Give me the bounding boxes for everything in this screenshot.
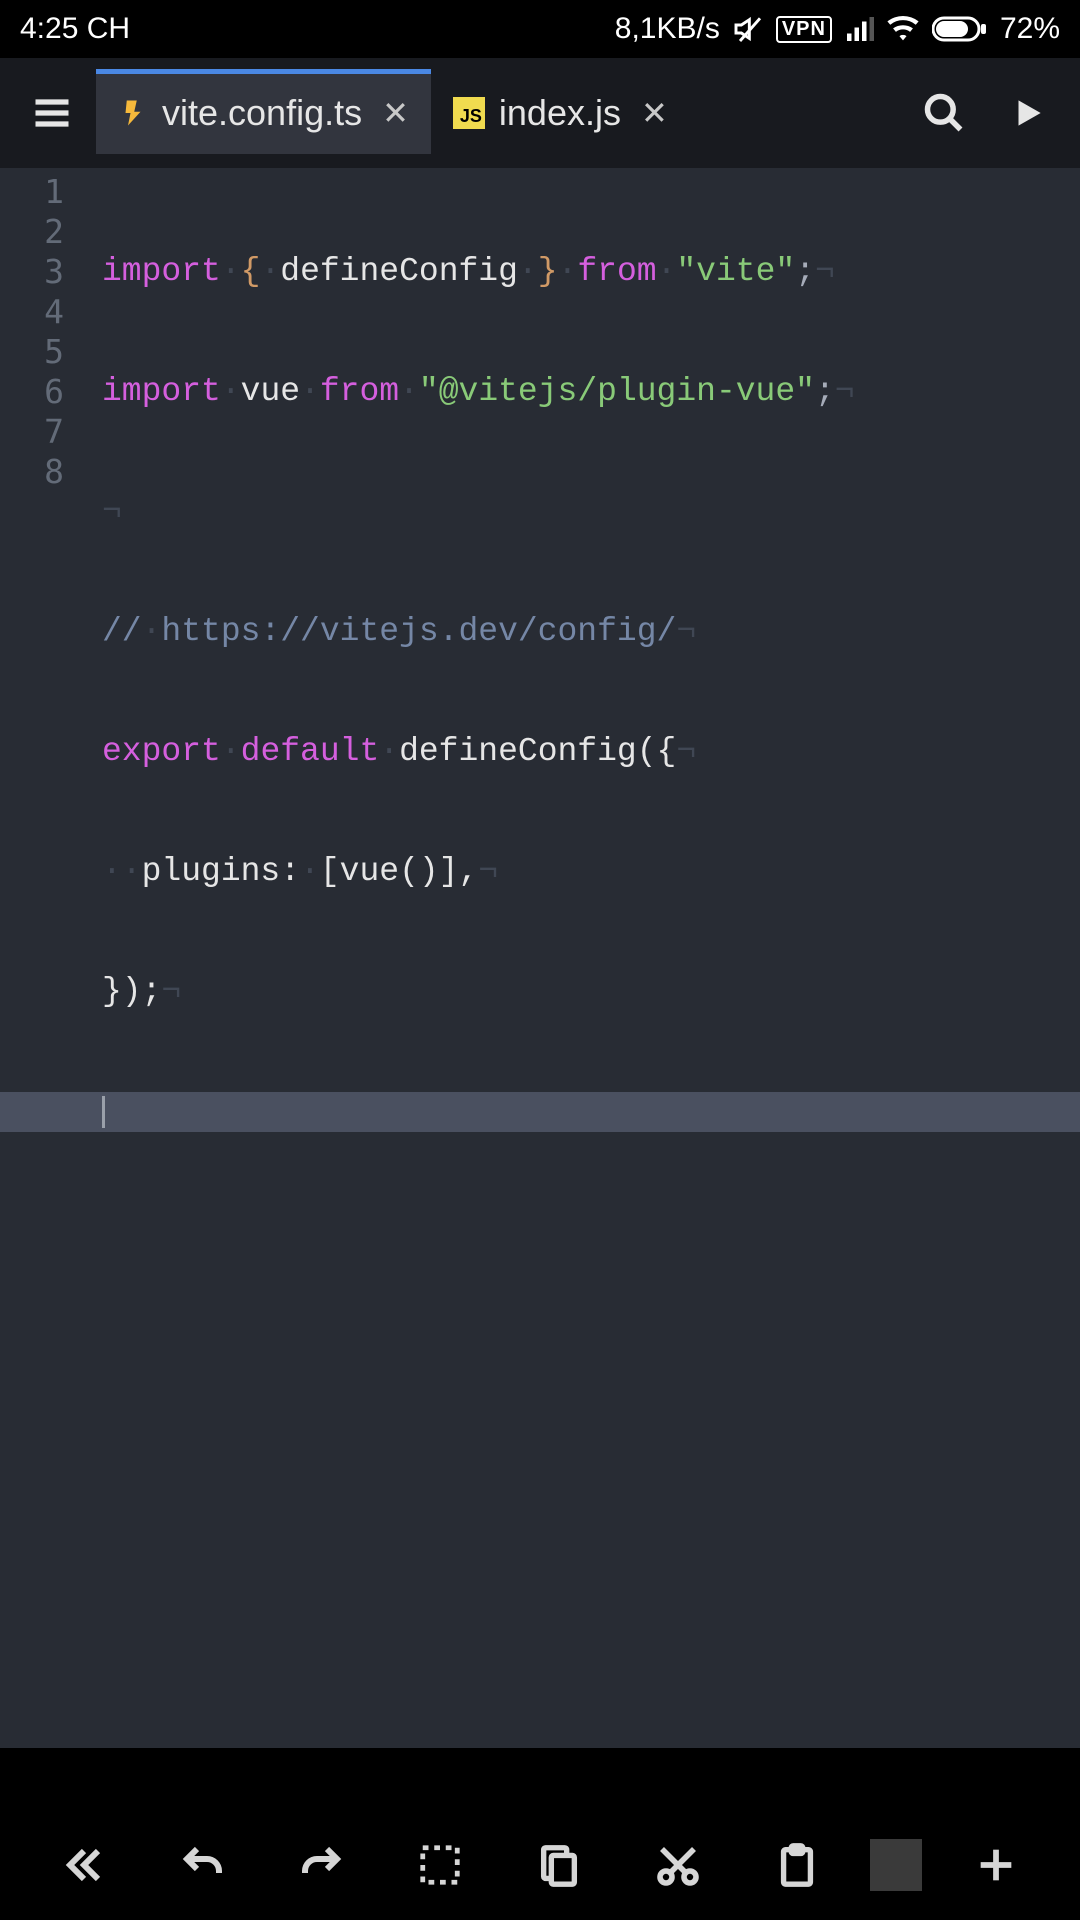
line-number: 7: [0, 412, 64, 452]
run-button[interactable]: [988, 73, 1068, 153]
undo-button[interactable]: [158, 1820, 248, 1910]
select-all-button[interactable]: [395, 1820, 485, 1910]
status-time: 4:25 CH: [20, 12, 130, 46]
collapse-button[interactable]: [39, 1820, 129, 1910]
vite-icon: [118, 95, 148, 131]
js-icon: JS: [453, 97, 485, 129]
stop-button[interactable]: [870, 1839, 922, 1891]
line-number: 1: [0, 172, 64, 212]
code-line[interactable]: import·vue·from·"@vitejs/plugin-vue";¬: [102, 372, 1080, 412]
mute-icon: [732, 13, 764, 45]
wifi-icon: [886, 12, 920, 46]
text-cursor: [102, 1096, 105, 1128]
battery-percent: 72%: [1000, 12, 1060, 46]
line-gutter: 1 2 3 4 5 6 7 8: [0, 168, 90, 1748]
code-line-active[interactable]: [0, 1092, 1080, 1132]
code-line[interactable]: export·default·defineConfig({¬: [102, 732, 1080, 772]
tab-index-js[interactable]: JS index.js ✕: [431, 72, 690, 154]
tab-vite-config[interactable]: vite.config.ts ✕: [96, 72, 431, 154]
redo-button[interactable]: [276, 1820, 366, 1910]
tabs-container: vite.config.ts ✕ JS index.js ✕: [96, 72, 900, 154]
line-number: 8: [0, 452, 64, 492]
code-line[interactable]: ··plugins:·[vue()],¬: [102, 852, 1080, 892]
bottom-toolbar: [0, 1810, 1080, 1920]
line-number: 6: [0, 372, 64, 412]
code-content[interactable]: import·{·defineConfig·}·from·"vite";¬ im…: [102, 172, 1080, 1212]
tab-label: vite.config.ts: [162, 92, 362, 134]
cut-button[interactable]: [633, 1820, 723, 1910]
battery-icon: [932, 15, 988, 43]
menu-button[interactable]: [12, 73, 92, 153]
close-icon[interactable]: ✕: [641, 94, 668, 132]
line-number: 3: [0, 252, 64, 292]
vpn-badge: VPN: [776, 16, 832, 43]
code-line[interactable]: });¬: [102, 972, 1080, 1012]
close-icon[interactable]: ✕: [382, 94, 409, 132]
android-status-bar: 4:25 CH 8,1KB/s VPN 72%: [0, 0, 1080, 58]
tab-label: index.js: [499, 92, 621, 134]
paste-button[interactable]: [752, 1820, 842, 1910]
add-button[interactable]: [951, 1820, 1041, 1910]
code-editor[interactable]: 1 2 3 4 5 6 7 8 import·{·defineConfig·}·…: [0, 168, 1080, 1748]
signal-icon: [844, 14, 874, 44]
copy-button[interactable]: [514, 1820, 604, 1910]
line-number: 5: [0, 332, 64, 372]
line-number: 4: [0, 292, 64, 332]
network-speed: 8,1KB/s: [615, 12, 720, 46]
line-number: 2: [0, 212, 64, 252]
code-line[interactable]: import·{·defineConfig·}·from·"vite";¬: [102, 252, 1080, 292]
editor-toolbar: vite.config.ts ✕ JS index.js ✕: [0, 58, 1080, 168]
code-line[interactable]: //·https://vitejs.dev/config/¬: [102, 612, 1080, 652]
code-line[interactable]: ¬: [102, 492, 1080, 532]
search-button[interactable]: [904, 73, 984, 153]
